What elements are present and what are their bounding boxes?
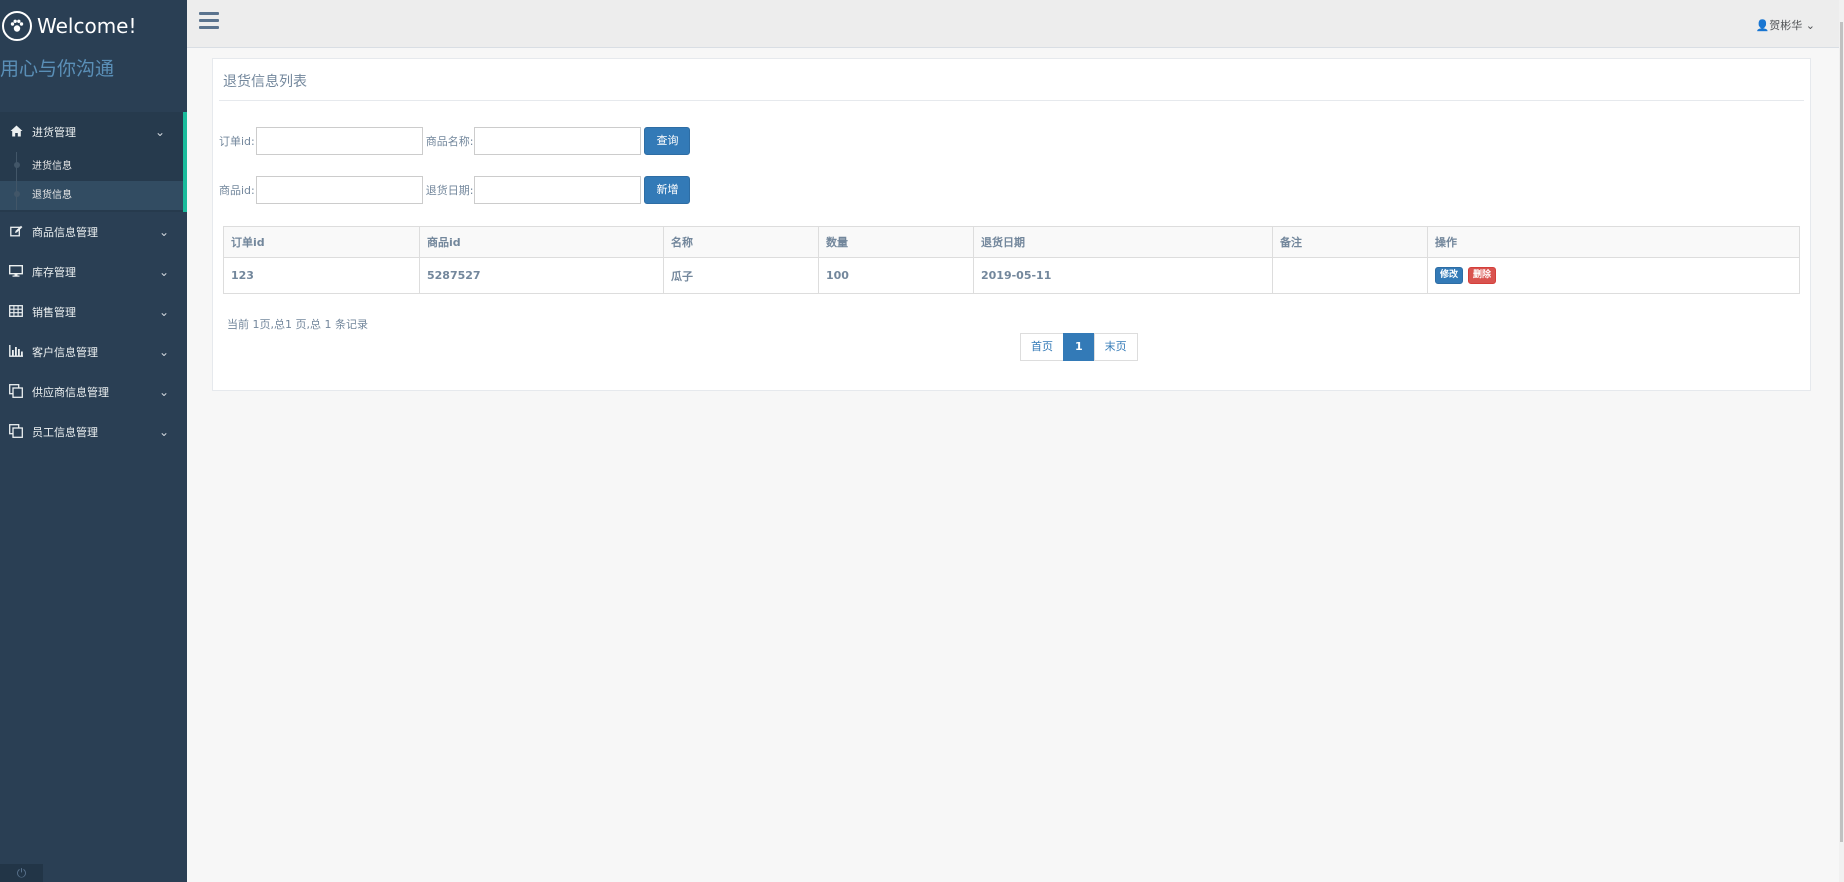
- edit-icon: [8, 225, 24, 240]
- search-row-1: 订单id: 商品名称: 查询: [219, 127, 691, 155]
- chevron-down-icon: ⌄: [158, 305, 169, 319]
- menu-inventory-head[interactable]: 库存管理 ⌄: [0, 252, 187, 292]
- menu-purchase-label: 进货管理: [32, 126, 76, 139]
- power-icon: ⏻: [16, 866, 27, 880]
- column-header: 数量: [818, 226, 974, 258]
- brand-title: Welcome!: [37, 14, 137, 38]
- menu-purchase: 进货管理 ⌄ 进货信息 退货信息: [0, 112, 187, 212]
- clone-icon: [8, 383, 24, 401]
- cell-qty: 100: [818, 257, 974, 294]
- edit-button[interactable]: 修改: [1435, 267, 1464, 284]
- cell-order-id: 123: [223, 257, 420, 294]
- delete-button[interactable]: 删除: [1468, 267, 1497, 284]
- chevron-down-icon: ⌄: [158, 265, 169, 279]
- menu-sales-label: 销售管理: [32, 306, 76, 319]
- cell-date: 2019-05-11: [973, 257, 1273, 294]
- desktop-icon: [8, 264, 24, 280]
- content-panel: 退货信息列表 订单id: 商品名称: 查询 商品id: 退货日期: 新增 订单i…: [212, 58, 1811, 391]
- return-date-label: 退货日期:: [425, 184, 474, 197]
- last-page-link[interactable]: 末页: [1093, 333, 1138, 361]
- side-menu: 进货管理 ⌄ 进货信息 退货信息 商品信息管理 ⌄ 库存管理 ⌄ 销售管理 ⌄ …: [0, 112, 187, 452]
- menu-product-label: 商品信息管理: [32, 226, 98, 239]
- column-header: 订单id: [223, 226, 420, 258]
- current-page[interactable]: 1: [1063, 333, 1095, 361]
- menu-purchase-head[interactable]: 进货管理 ⌄: [0, 112, 183, 152]
- paw-icon: [2, 11, 32, 41]
- table-row: 123 5287527 瓜子 100 2019-05-11 修改 删除: [223, 257, 1800, 294]
- column-header: 名称: [663, 226, 819, 258]
- home-icon: [8, 125, 24, 140]
- menu-inventory-label: 库存管理: [32, 266, 76, 279]
- menu-sales: 销售管理 ⌄: [0, 292, 187, 332]
- chevron-down-icon: ⌄: [158, 225, 169, 239]
- menu-supplier-head[interactable]: 供应商信息管理 ⌄: [0, 372, 187, 412]
- column-header: 商品id: [419, 226, 664, 258]
- column-header: 备注: [1272, 226, 1428, 258]
- scrollbar-thumb[interactable]: [1840, 22, 1843, 842]
- user-name: 贺彬华: [1769, 19, 1803, 32]
- top-nav: 👤贺彬华 ⌄: [187, 0, 1839, 48]
- cell-product-id: 5287527: [419, 257, 664, 294]
- menu-customer-head[interactable]: 客户信息管理 ⌄: [0, 332, 187, 372]
- product-id-input[interactable]: [255, 176, 423, 204]
- order-id-label: 订单id:: [219, 135, 255, 148]
- column-header: 操作: [1427, 226, 1800, 258]
- bar-chart-icon: [8, 344, 24, 360]
- first-page-link[interactable]: 首页: [1020, 333, 1064, 361]
- menu-product-head[interactable]: 商品信息管理 ⌄: [0, 212, 187, 252]
- user-icon: 👤: [1755, 19, 1770, 32]
- clone-icon: [8, 423, 24, 441]
- record-info: 当前 1页,总1 页,总 1 条记录: [227, 318, 368, 331]
- sidebar: Welcome! 用心与你沟通 进货管理 ⌄ 进货信息 退货信息 商品信息管理: [0, 0, 187, 882]
- table-header-row: 订单id 商品id 名称 数量 退货日期 备注 操作: [223, 226, 1800, 258]
- cell-name: 瓜子: [663, 257, 819, 294]
- search-button[interactable]: 查询: [644, 127, 691, 155]
- submenu-item-label: 退货信息: [32, 190, 72, 201]
- vertical-scrollbar[interactable]: [1839, 0, 1844, 882]
- add-button[interactable]: 新增: [644, 176, 691, 204]
- chevron-down-icon: ⌄: [1802, 19, 1815, 32]
- menu-employee-label: 员工信息管理: [32, 426, 98, 439]
- column-header: 退货日期: [973, 226, 1273, 258]
- logout-button[interactable]: ⏻: [0, 864, 43, 882]
- menu-customer: 客户信息管理 ⌄: [0, 332, 187, 372]
- product-name-label: 商品名称:: [425, 135, 474, 148]
- submenu-item-label: 进货信息: [32, 161, 72, 172]
- order-id-input[interactable]: [255, 127, 423, 155]
- product-id-label: 商品id:: [219, 184, 255, 197]
- user-dropdown[interactable]: 👤贺彬华 ⌄: [1756, 17, 1815, 33]
- return-date-input[interactable]: [474, 176, 642, 204]
- brand[interactable]: Welcome!: [0, 0, 187, 52]
- menu-supplier-label: 供应商信息管理: [32, 386, 109, 399]
- table-icon: [8, 304, 24, 320]
- menu-sales-head[interactable]: 销售管理 ⌄: [0, 292, 187, 332]
- divider: [219, 100, 1804, 101]
- menu-customer-label: 客户信息管理: [32, 346, 98, 359]
- chevron-down-icon: ⌄: [154, 125, 165, 139]
- returns-table: 订单id 商品id 名称 数量 退货日期 备注 操作 123 5287527 瓜…: [223, 226, 1800, 294]
- menu-toggle-icon[interactable]: [199, 12, 219, 30]
- cell-note: [1272, 257, 1428, 294]
- panel-title: 退货信息列表: [223, 74, 307, 90]
- pagination: 首页 1 末页: [1020, 333, 1138, 361]
- cell-actions: 修改 删除: [1427, 257, 1800, 294]
- submenu-item-purchase-info[interactable]: 进货信息: [0, 152, 183, 181]
- chevron-down-icon: ⌄: [158, 345, 169, 359]
- menu-product: 商品信息管理 ⌄: [0, 212, 187, 252]
- chevron-down-icon: ⌄: [158, 425, 169, 439]
- menu-employee: 员工信息管理 ⌄: [0, 412, 187, 452]
- slogan: 用心与你沟通: [0, 58, 115, 80]
- menu-purchase-submenu: 进货信息 退货信息: [0, 152, 183, 212]
- chevron-down-icon: ⌄: [158, 385, 169, 399]
- submenu-item-return-info[interactable]: 退货信息: [0, 181, 183, 210]
- menu-employee-head[interactable]: 员工信息管理 ⌄: [0, 412, 187, 452]
- search-row-2: 商品id: 退货日期: 新增: [219, 176, 691, 204]
- product-name-input[interactable]: [474, 127, 642, 155]
- menu-inventory: 库存管理 ⌄: [0, 252, 187, 292]
- menu-supplier: 供应商信息管理 ⌄: [0, 372, 187, 412]
